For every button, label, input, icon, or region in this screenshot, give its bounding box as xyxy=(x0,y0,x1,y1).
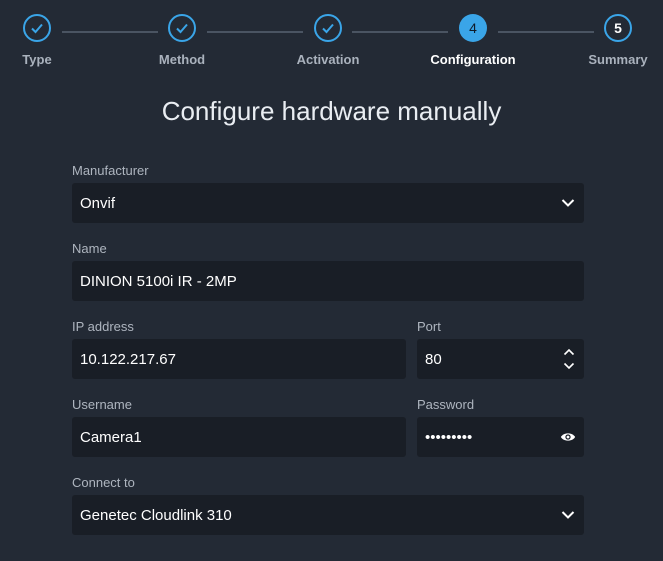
port-spinner xyxy=(562,347,576,371)
step-label: Type xyxy=(22,52,52,67)
step-label: Configuration xyxy=(430,52,516,67)
password-value: ••••••••• xyxy=(425,428,473,446)
check-icon xyxy=(31,23,43,34)
check-icon xyxy=(176,23,188,34)
username-value: Camera1 xyxy=(80,428,142,446)
connect-to-select[interactable]: Genetec Cloudlink 310 xyxy=(72,495,584,535)
name-label: Name xyxy=(72,241,107,256)
username-input[interactable]: Camera1 xyxy=(72,417,406,457)
wizard-stepper: Type Method Activation 4 Configuration 5… xyxy=(0,0,663,80)
chevron-down-icon xyxy=(560,195,576,211)
connect-to-value: Genetec Cloudlink 310 xyxy=(80,506,232,524)
port-label: Port xyxy=(417,319,441,334)
name-input[interactable]: DINION 5100i IR - 2MP xyxy=(72,261,584,301)
step-label: Activation xyxy=(296,52,360,67)
step-complete-indicator xyxy=(314,14,342,42)
manufacturer-value: Onvif xyxy=(80,194,116,212)
ip-address-value: 10.122.217.67 xyxy=(80,350,176,368)
name-value: DINION 5100i IR - 2MP xyxy=(80,272,237,290)
password-label: Password xyxy=(417,397,475,412)
username-label: Username xyxy=(72,397,132,412)
step-complete-indicator xyxy=(168,14,196,42)
step-complete-indicator xyxy=(23,14,51,42)
step-summary[interactable]: 5 Summary xyxy=(558,14,663,67)
ip-address-label: IP address xyxy=(72,319,134,334)
step-method[interactable]: Method xyxy=(122,14,242,67)
chevron-down-icon xyxy=(560,507,576,523)
port-value: 80 xyxy=(425,350,442,368)
check-icon xyxy=(322,23,334,34)
step-type[interactable]: Type xyxy=(0,14,97,67)
step-configuration[interactable]: 4 Configuration xyxy=(413,14,533,67)
port-stepper[interactable]: 80 xyxy=(417,339,584,379)
ip-address-input[interactable]: 10.122.217.67 xyxy=(72,339,406,379)
step-activation[interactable]: Activation xyxy=(268,14,388,67)
step-number-badge: 5 xyxy=(604,14,632,42)
chevron-up-icon[interactable] xyxy=(562,347,576,357)
eye-icon[interactable] xyxy=(560,429,576,445)
manufacturer-select[interactable]: Onvif xyxy=(72,183,584,223)
step-label: Method xyxy=(158,52,206,67)
step-number-badge: 4 xyxy=(459,14,487,42)
step-label: Summary xyxy=(588,52,648,67)
manufacturer-label: Manufacturer xyxy=(72,163,149,178)
password-input[interactable]: ••••••••• xyxy=(417,417,584,457)
chevron-down-icon[interactable] xyxy=(562,361,576,371)
connect-to-label: Connect to xyxy=(72,475,135,490)
page-title: Configure hardware manually xyxy=(161,96,502,126)
